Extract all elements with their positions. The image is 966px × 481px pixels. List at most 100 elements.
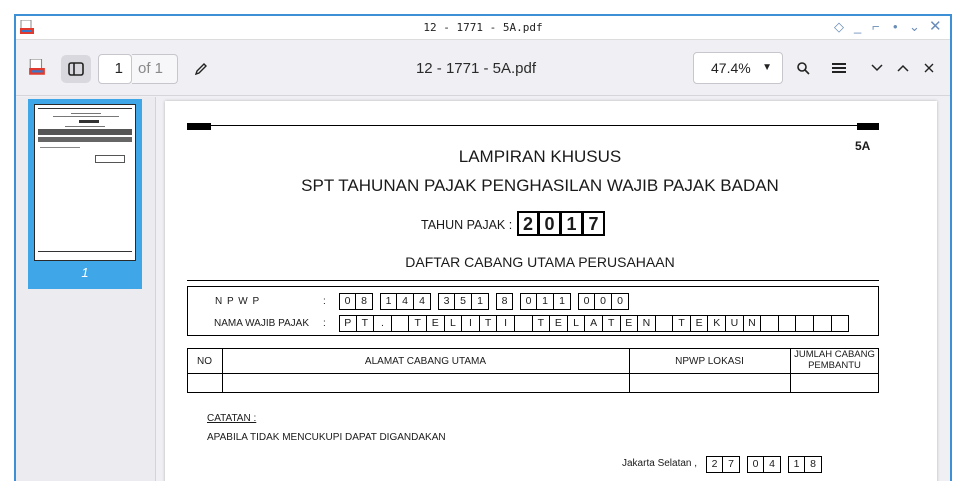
form-char-box: N [743,315,762,332]
thumbnail-sidebar: 1 [16,97,156,481]
form-char-box: 0 [539,211,561,236]
sidebar-toggle-button[interactable] [61,55,91,83]
thumbnail-page-preview [34,104,136,261]
form-char-box: U [726,315,744,332]
form-char-box: 3 [438,293,455,310]
form-char-box: T [409,315,427,332]
table-header-npwp-lokasi: NPWP LOKASI [675,356,744,367]
section-title: DAFTAR CABANG UTAMA PERUSAHAAN [405,254,675,270]
close-search-icon[interactable] [920,59,938,77]
find-next-chevron-down-icon[interactable] [868,59,886,77]
heading-lampiran: LAMPIRAN KHUSUS [458,147,622,166]
form-char-box: L [567,315,586,332]
form-char-box: 5 [455,293,472,310]
app-menu-icon[interactable] [28,58,46,78]
tahun-pajak-label: TAHUN PAJAK : [421,218,513,232]
form-char-box: 4 [414,293,431,310]
form-char-box: I [497,315,515,332]
form-char-box: 1 [472,293,489,310]
form-char-box: . [374,315,392,332]
form-char-box: 1 [561,211,583,236]
nama-colon: : [323,318,326,329]
form-char-box [814,315,832,332]
form-char-box [391,315,410,332]
form-char-box: 0 [520,293,537,310]
form-char-box: T [479,315,498,332]
hamburger-menu-icon[interactable] [830,59,848,77]
find-previous-chevron-up-icon[interactable] [894,59,912,77]
form-char-box: 8 [356,293,373,310]
form-char-box: N [638,315,656,332]
form-char-box: T [356,315,375,332]
tahun-pajak-boxes: 2017 [517,211,605,236]
page-number-input[interactable]: 1 [98,54,132,84]
form-char-box: 7 [723,456,740,473]
form-char-box: T [673,315,691,332]
page-thumbnail-selected[interactable]: 1 [28,99,142,289]
form-char-box: E [620,315,639,332]
close-icon[interactable]: ✕ [929,19,942,35]
form-char-box: E [690,315,709,332]
form-char-box: 1 [537,293,554,310]
npwp-colon: : [323,296,326,307]
form-char-box: 7 [583,211,605,236]
form-char-box: 0 [612,293,629,310]
form-char-box: P [339,315,357,332]
minimize-icon[interactable]: _ [854,19,861,35]
form-char-box: 4 [397,293,414,310]
toolbar: 1 of 1 12 - 1771 - 5A.pdf 47.4% ▼ [16,41,950,96]
shade-icon[interactable]: • [893,19,898,35]
date-boxes: 270418 [706,456,822,473]
table-header-jumlah: JUMLAH CABANG PEMBANTU [794,349,875,371]
document-viewer[interactable]: 5 A LAMPIRAN KHUSUS SPT TAHUNAN PAJAK PEN… [157,97,950,481]
form-char-box [796,315,815,332]
dropdown-icon[interactable]: ⌄ [909,19,920,35]
sidebar-icon [68,62,84,76]
form-char-box: 1 [554,293,571,310]
form-char-box: T [602,315,621,332]
annotate-pencil-icon[interactable] [192,60,210,78]
form-char-box: I [462,315,480,332]
npwp-label: N P W P [215,296,261,307]
form-char-box: A [585,315,603,332]
form-char-box: K [708,315,727,332]
form-char-box: 8 [805,456,822,473]
form-char-box [655,315,674,332]
branch-table [187,348,879,393]
maximize-icon[interactable]: ⌐ [872,19,880,35]
nama-boxes: PT. TELITI TELATEN TEKUN [339,315,850,332]
pdf-page: 5 A LAMPIRAN KHUSUS SPT TAHUNAN PAJAK PEN… [165,101,937,481]
form-char-box: 8 [496,293,513,310]
form-char-box: 1 [380,293,397,310]
thumbnail-page-number: 1 [81,265,89,280]
search-icon[interactable] [794,59,812,77]
form-char-box [831,315,850,332]
top-rule [187,125,879,126]
zoom-select[interactable]: 47.4% ▼ [693,52,783,84]
form-char-box: E [426,315,445,332]
form-char-box [761,315,779,332]
form-char-box: 0 [595,293,612,310]
table-header-no: NO [197,356,212,367]
npwp-boxes: 081443518011000 [339,293,629,310]
chevron-down-icon: ▼ [762,62,772,73]
page-total: of 1 [132,54,178,84]
form-char-box: 0 [747,456,764,473]
catatan-label: CATATAN : [207,413,257,424]
table-header-alamat: ALAMAT CABANG UTAMA [364,356,487,367]
keep-above-icon[interactable]: ◇ [834,19,844,35]
form-char-box: 0 [578,293,595,310]
section-rule [187,280,879,281]
nama-label: NAMA WAJIB PAJAK [214,318,310,329]
form-char-box: 1 [788,456,805,473]
form-char-box: E [550,315,568,332]
document-title: 12 - 1771 - 5A.pdf [415,60,537,77]
zoom-value: 47.4% [711,60,751,76]
form-char-box: 0 [339,293,356,310]
pdf-viewer-window: 12 - 1771 - 5A.pdf ◇ _ ⌐ • ⌄ ✕ 1 of 1 12… [14,14,952,481]
form-char-box [778,315,797,332]
form-char-box: 2 [706,456,723,473]
form-char-box: 4 [764,456,781,473]
form-char-box [514,315,533,332]
heading-spt: SPT TAHUNAN PAJAK PENGHASILAN WAJIB PAJA… [301,176,779,195]
